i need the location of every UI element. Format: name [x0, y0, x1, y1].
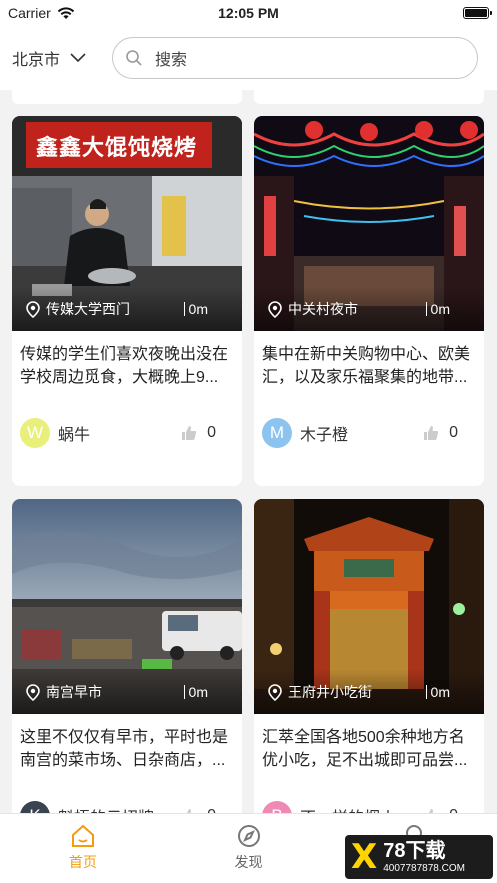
watermark-logo-icon: X — [351, 837, 378, 877]
place-card[interactable]: 王府井小吃街 0m 汇萃全国各地500余种地方名优小吃，足不出城即可品尝... … — [254, 499, 484, 813]
top-bar: 北京市 搜索 — [0, 26, 497, 90]
home-icon — [71, 824, 94, 847]
thumbs-up-icon — [424, 426, 439, 440]
location-pin-icon — [268, 683, 282, 701]
search-placeholder: 搜索 — [155, 52, 188, 69]
location-overlay: 中关村夜市 0m — [254, 287, 484, 331]
avatar[interactable]: W — [20, 418, 50, 448]
stall-sign: 鑫鑫大馄饨烧烤 — [36, 135, 198, 160]
card-image: 鑫鑫大馄饨烧烤 传媒大学西门 0m — [12, 116, 242, 331]
tab-home-label: 首页 — [68, 854, 97, 870]
tab-discover[interactable]: 发现 — [166, 814, 332, 883]
city-label: 北京市 — [12, 52, 61, 69]
location-pin-icon — [26, 683, 40, 701]
distance-label: 0m — [425, 302, 450, 316]
location-name: 南宫早市 — [46, 684, 102, 700]
compass-icon — [237, 825, 260, 847]
location-name: 中关村夜市 — [288, 301, 358, 317]
author-name[interactable]: 蜗牛 — [58, 421, 181, 445]
location-overlay: 王府井小吃街 0m — [254, 670, 484, 714]
card-footer: B 不一样的烟火 0 — [254, 796, 484, 813]
location-name: 王府井小吃街 — [288, 684, 372, 700]
thumbs-up-icon — [182, 426, 197, 440]
battery-icon — [463, 7, 492, 19]
search-input[interactable]: 搜索 — [112, 37, 478, 79]
author-name[interactable]: 木子橙 — [300, 421, 423, 445]
card-description: 传媒的学生们喜欢夜晚出没在学校周边觅食，大概晚上9... — [20, 346, 229, 386]
wifi-icon — [57, 6, 74, 19]
place-card[interactable]: 南宫早市 0m 这里不仅仅有早市，平时也是南宫的菜市场、日杂商店，... K 魁… — [12, 499, 242, 813]
feed-grid[interactable]: 鑫鑫大馄饨烧烤 传媒大学西门 0m 传媒的学生们喜欢夜晚出没在学校周边觅食，大概… — [0, 90, 497, 813]
card-footer: W 蜗牛 0 — [12, 413, 242, 453]
avatar[interactable]: B — [262, 801, 292, 813]
avatar[interactable]: K — [20, 801, 50, 813]
author-name[interactable]: 不一样的烟火 — [300, 804, 423, 813]
card-footer: M 木子橙 0 — [254, 413, 484, 453]
location-overlay: 传媒大学西门 0m — [12, 287, 242, 331]
status-carrier: Carrier — [8, 5, 75, 21]
card-description: 集中在新中关购物中心、欧美汇，以及家乐福聚集的地带... — [262, 346, 471, 386]
distance-label: 0m — [183, 302, 208, 316]
like-button[interactable]: 0 — [423, 424, 458, 442]
tab-home[interactable]: 首页 — [0, 814, 166, 883]
distance-label: 0m — [183, 685, 208, 699]
card-stub-right — [254, 90, 484, 104]
card-description: 这里不仅仅有早市，平时也是南宫的菜市场、日杂商店，... — [20, 729, 229, 769]
like-button[interactable]: 0 — [181, 424, 216, 442]
city-selector[interactable]: 北京市 — [0, 46, 108, 70]
location-name: 传媒大学西门 — [46, 301, 130, 317]
download-site-watermark: X 78下载 4007787878.COM — [345, 835, 493, 879]
chevron-down-icon — [70, 53, 86, 63]
watermark-url: 4007787878.COM — [383, 862, 465, 874]
card-image: 南宫早市 0m — [12, 499, 242, 714]
location-overlay: 南宫早市 0m — [12, 670, 242, 714]
card-description: 汇萃全国各地500余种地方名优小吃，足不出城即可品尝... — [262, 729, 468, 769]
place-card[interactable]: 鑫鑫大馄饨烧烤 传媒大学西门 0m 传媒的学生们喜欢夜晚出没在学校周边觅食，大概… — [12, 116, 242, 486]
status-bar: Carrier 12:05 PM — [0, 0, 497, 26]
avatar[interactable]: M — [262, 418, 292, 448]
location-pin-icon — [268, 300, 282, 318]
search-icon — [126, 50, 142, 66]
location-pin-icon — [26, 300, 40, 318]
like-count: 0 — [449, 424, 458, 441]
watermark-title: 78下载 — [383, 839, 446, 862]
place-card[interactable]: 中关村夜市 0m 集中在新中关购物中心、欧美汇，以及家乐福聚集的地带... M … — [254, 116, 484, 486]
card-footer: K 魁梧的云招牌 0 — [12, 796, 242, 813]
tab-discover-label: 发现 — [234, 854, 263, 870]
like-count: 0 — [207, 424, 216, 441]
card-image: 王府井小吃街 0m — [254, 499, 484, 714]
distance-label: 0m — [425, 685, 450, 699]
card-image: 中关村夜市 0m — [254, 116, 484, 331]
author-name[interactable]: 魁梧的云招牌 — [58, 804, 181, 813]
card-stub-left — [12, 90, 242, 104]
carrier-label: Carrier — [8, 5, 51, 21]
